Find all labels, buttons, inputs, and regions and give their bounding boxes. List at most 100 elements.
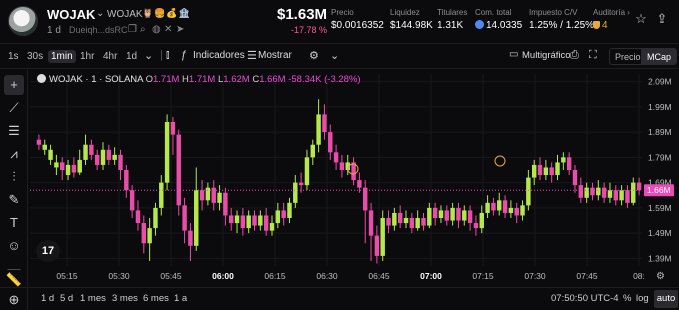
stat-audit[interactable]: Auditoría › 4 bbox=[593, 8, 630, 31]
candles-icon[interactable]: ⫾ bbox=[166, 49, 170, 62]
percent-toggle[interactable]: % bbox=[623, 293, 631, 304]
legend-close: 1.66M bbox=[259, 74, 286, 85]
globe-icon[interactable]: ◍ bbox=[152, 24, 161, 35]
timeframe-1s[interactable]: 1s bbox=[5, 50, 22, 63]
candle bbox=[502, 200, 508, 213]
candle bbox=[135, 210, 141, 224]
timeframe-4hr[interactable]: 4hr bbox=[100, 50, 120, 63]
chevron-down-icon[interactable]: ⌄ bbox=[96, 8, 104, 19]
candle bbox=[322, 114, 327, 133]
list-icon[interactable]: ☰ bbox=[247, 49, 257, 62]
camera-icon[interactable]: ⎙ bbox=[570, 49, 579, 62]
gear-icon[interactable]: ⚙ bbox=[309, 49, 319, 62]
candle bbox=[485, 202, 490, 213]
twitter-icon[interactable]: ✕ bbox=[164, 24, 172, 35]
stat-value: $0.0016352 bbox=[331, 20, 384, 31]
candle bbox=[170, 122, 176, 135]
x-tick-label: 07:00 bbox=[420, 271, 442, 281]
candle bbox=[351, 162, 356, 181]
legend-high: 1.71M bbox=[188, 74, 216, 85]
candle bbox=[631, 182, 636, 203]
mode-mcap[interactable]: MCap bbox=[641, 48, 678, 65]
candle bbox=[275, 210, 281, 224]
timeframe-1d[interactable]: 1d bbox=[123, 50, 140, 63]
multichart-icon[interactable]: ▭ bbox=[509, 49, 518, 60]
stat-holders: Titulares 1.31K bbox=[437, 8, 467, 31]
header: WOJAK ⌄ WOJAK 🦉🍔💰🏦 1 d Dueiqh...dsRC ❐ ⌕… bbox=[0, 0, 679, 40]
multichart-button[interactable]: Multigráfico bbox=[522, 50, 571, 61]
candle bbox=[316, 114, 321, 145]
x-tick-label: 05:30 bbox=[108, 271, 130, 281]
range-5d[interactable]: 5 d bbox=[60, 293, 73, 304]
legend-change: -58.34K (-3.28%) bbox=[288, 74, 361, 85]
brush-icon[interactable]: ✎ bbox=[4, 190, 24, 210]
candle bbox=[240, 215, 246, 229]
search-icon[interactable]: ⌕ bbox=[140, 24, 146, 35]
candle bbox=[246, 215, 251, 229]
y-tick-label: 2.09M bbox=[648, 77, 672, 87]
candle bbox=[124, 170, 129, 191]
range-1y[interactable]: 1 a bbox=[174, 293, 187, 304]
token-symbol: WOJAK bbox=[107, 9, 143, 20]
candle bbox=[386, 218, 391, 226]
auto-toggle[interactable]: auto bbox=[654, 290, 678, 308]
horizontal-lines-icon[interactable]: ☰ bbox=[4, 121, 24, 141]
candle bbox=[514, 207, 519, 216]
y-tick-label: 1.89M bbox=[648, 127, 672, 137]
fullscreen-icon[interactable]: ⛶ bbox=[589, 49, 597, 62]
range-3m[interactable]: 3 mes bbox=[112, 293, 138, 304]
candle bbox=[263, 215, 269, 231]
candle bbox=[636, 182, 642, 191]
stat-label[interactable]: Auditoría › bbox=[593, 8, 630, 17]
candle bbox=[613, 190, 618, 201]
timeframe-30s[interactable]: 30s bbox=[24, 50, 46, 63]
candle bbox=[258, 215, 263, 226]
candlestick-chart[interactable]: 2.09M1.99M1.89M1.79M1.69M1.59M1.49M1.39M… bbox=[30, 70, 679, 287]
candle bbox=[619, 190, 624, 201]
candle bbox=[397, 212, 403, 224]
candle bbox=[176, 134, 181, 206]
legend-high-key: H bbox=[182, 74, 189, 85]
stat-tax: Impuesto C/V 1.25% / 1.25% bbox=[529, 8, 594, 31]
pattern-icon[interactable]: ⩘ bbox=[4, 144, 24, 164]
token-address[interactable]: Dueiqh...dsRC bbox=[69, 25, 128, 35]
range-1d[interactable]: 1 d bbox=[41, 293, 54, 304]
timeframe-1min[interactable]: 1min bbox=[48, 50, 76, 63]
show-button[interactable]: Mostrar bbox=[258, 50, 292, 61]
x-tick-label: 06:00 bbox=[212, 271, 234, 281]
crosshair-icon[interactable]: + bbox=[4, 75, 24, 95]
candle bbox=[607, 190, 613, 198]
share-icon[interactable]: ⇪ bbox=[653, 10, 671, 28]
trendline-icon[interactable]: ⟋ bbox=[4, 98, 24, 118]
chevron-down-icon[interactable]: ⌄ bbox=[144, 49, 153, 62]
stat-value: $144.98K bbox=[390, 20, 433, 31]
range-6m[interactable]: 6 mes bbox=[143, 293, 169, 304]
stat-label: Com. total bbox=[475, 8, 512, 17]
emoji-icon[interactable]: ☺ bbox=[4, 236, 24, 256]
text-icon[interactable]: T bbox=[4, 213, 24, 233]
candle bbox=[537, 164, 543, 176]
candle bbox=[217, 192, 222, 203]
token-avatar[interactable] bbox=[8, 6, 38, 36]
fib-icon[interactable]: ⫶ bbox=[4, 167, 24, 187]
token-name[interactable]: WOJAK bbox=[47, 7, 95, 22]
candle bbox=[531, 164, 537, 178]
log-toggle[interactable]: log bbox=[636, 293, 649, 304]
telegram-icon[interactable]: ➤ bbox=[176, 24, 184, 35]
tradingview-logo[interactable]: 17 bbox=[36, 240, 60, 262]
indicators-button[interactable]: Indicadores bbox=[193, 50, 245, 61]
candle bbox=[252, 215, 257, 226]
y-tick-label: 1.49M bbox=[648, 228, 672, 238]
indicators-icon[interactable]: ƒ bbox=[181, 49, 187, 61]
copy-icon[interactable]: ❐ bbox=[128, 24, 137, 35]
candle bbox=[520, 205, 525, 216]
clock-time[interactable]: 07:50:50 UTC-4 bbox=[551, 293, 619, 304]
candle bbox=[89, 144, 94, 155]
candle bbox=[223, 192, 228, 216]
timeframe-1hr[interactable]: 1hr bbox=[77, 50, 97, 63]
star-icon[interactable]: ☆ bbox=[632, 10, 650, 28]
range-1m[interactable]: 1 mes bbox=[80, 293, 106, 304]
chevron-down-icon[interactable]: ⌄ bbox=[330, 49, 339, 62]
candle bbox=[590, 187, 595, 196]
candle bbox=[555, 162, 560, 176]
